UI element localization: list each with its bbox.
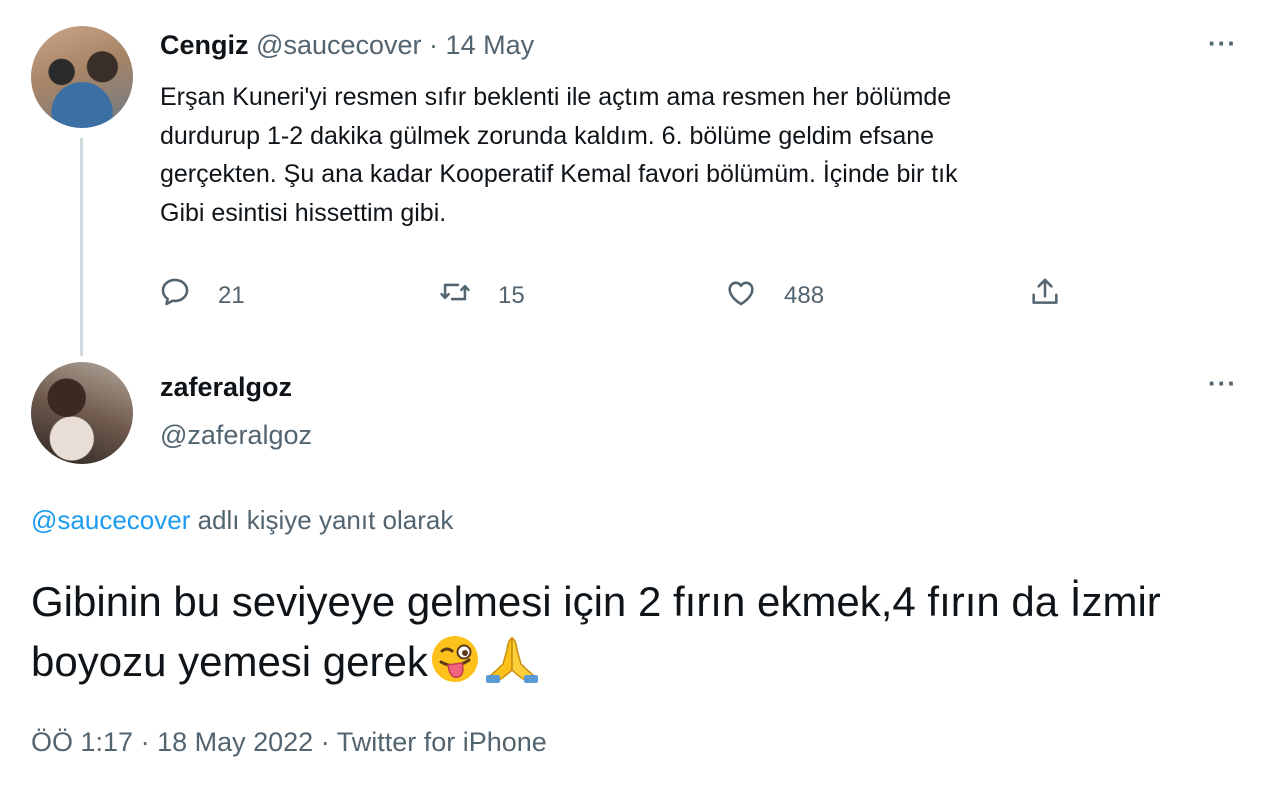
- more-options-button[interactable]: ···: [1208, 368, 1237, 399]
- reply-tweet-text-block: Gibinin bu seviyeye gelmesi için 2 fırın…: [31, 572, 1251, 700]
- tweet-time[interactable]: ÖÖ 1:17: [31, 727, 133, 757]
- winking-face-with-tongue-icon: [430, 634, 480, 700]
- parent-tweet-header: Cengiz @saucecover · 14 May: [160, 30, 534, 61]
- avatar-cengiz[interactable]: [31, 26, 133, 128]
- mention-link[interactable]: @saucecover: [31, 505, 190, 535]
- reply-tweet-text: Gibinin bu seviyeye gelmesi için 2 fırın…: [31, 578, 1161, 685]
- folded-hands-icon: [482, 634, 542, 700]
- like-count: 488: [784, 281, 825, 309]
- reply-button[interactable]: 21: [158, 275, 245, 316]
- share-button[interactable]: [1028, 275, 1062, 316]
- heart-icon: [724, 275, 758, 316]
- separator-dot: ·: [320, 727, 330, 757]
- retweet-button[interactable]: 15: [438, 275, 525, 316]
- avatar-zaferalgoz[interactable]: [31, 362, 133, 464]
- more-options-button[interactable]: ···: [1208, 28, 1237, 59]
- retweet-count: 15: [498, 281, 525, 309]
- parent-tweet-text: Erşan Kuneri'yi resmen sıfır beklenti il…: [160, 83, 958, 227]
- tweet-full-date[interactable]: 18 May 2022: [157, 727, 313, 757]
- thread-connector-line: [80, 138, 83, 356]
- reply-icon: [158, 275, 192, 316]
- display-name[interactable]: Cengiz: [160, 30, 249, 60]
- reply-count: 21: [218, 281, 245, 309]
- tweet-metadata: ÖÖ 1:17 · 18 May 2022 · Twitter for iPho…: [31, 727, 547, 758]
- display-name[interactable]: zaferalgoz: [160, 372, 292, 403]
- user-handle[interactable]: @zaferalgoz: [160, 420, 312, 451]
- separator-dot: ·: [140, 727, 150, 757]
- retweet-icon: [438, 275, 472, 316]
- replying-to-line: @saucecover adlı kişiye yanıt olarak: [31, 505, 453, 536]
- like-button[interactable]: 488: [724, 275, 824, 316]
- separator-dot: ·: [429, 30, 439, 60]
- user-handle[interactable]: @saucecover: [256, 30, 421, 60]
- tweet-source[interactable]: Twitter for iPhone: [337, 727, 547, 757]
- tweet-date[interactable]: 14 May: [446, 30, 535, 60]
- share-icon: [1028, 275, 1062, 316]
- replying-to-text: adlı kişiye yanıt olarak: [190, 505, 454, 535]
